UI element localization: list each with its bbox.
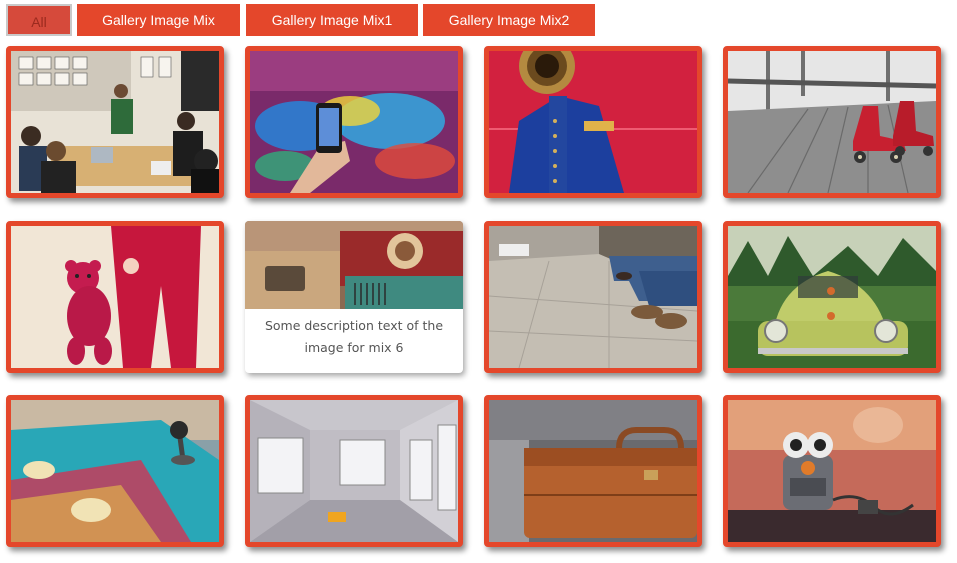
vintage-radio-image	[245, 221, 463, 309]
gallery-item-arcade-controls[interactable]	[6, 395, 224, 547]
old-suitcase-image	[489, 400, 697, 542]
empty-room-image	[250, 400, 458, 542]
gallery-item-trumpet-player[interactable]	[484, 46, 702, 198]
gallery-item-vintage-radio[interactable]: Some description text of the image for m…	[245, 221, 463, 373]
gallery-item-old-suitcase[interactable]	[484, 395, 702, 547]
gallery-item-phone-graffiti[interactable]	[245, 46, 463, 198]
image-caption: Some description text of the image for m…	[264, 318, 444, 355]
filter-all-button[interactable]: All	[6, 4, 72, 36]
roller-skates-image	[728, 51, 936, 193]
teddy-bear-image	[11, 226, 219, 368]
filter-gallery-image-mix-button[interactable]: Gallery Image Mix	[77, 4, 240, 36]
gallery-item-robot-toy[interactable]	[723, 395, 941, 547]
robot-toy-image	[728, 400, 936, 542]
gallery-item-teddy-bear[interactable]	[6, 221, 224, 373]
filter-gallery-image-mix2-button[interactable]: Gallery Image Mix2	[423, 4, 595, 36]
phone-graffiti-image	[250, 51, 458, 193]
filter-gallery-image-mix1-button[interactable]: Gallery Image Mix1	[246, 4, 418, 36]
gallery-item-office-meeting[interactable]	[6, 46, 224, 198]
gallery-item-empty-room[interactable]	[245, 395, 463, 547]
office-meeting-image	[11, 51, 219, 193]
gallery-item-roller-skates[interactable]	[723, 46, 941, 198]
trumpet-player-image	[489, 51, 697, 193]
gallery-item-street-sitting[interactable]	[484, 221, 702, 373]
green-beetle-car-image	[728, 226, 936, 368]
arcade-controls-image	[11, 400, 219, 542]
gallery-item-green-beetle-car[interactable]	[723, 221, 941, 373]
street-sitting-image	[489, 226, 697, 368]
